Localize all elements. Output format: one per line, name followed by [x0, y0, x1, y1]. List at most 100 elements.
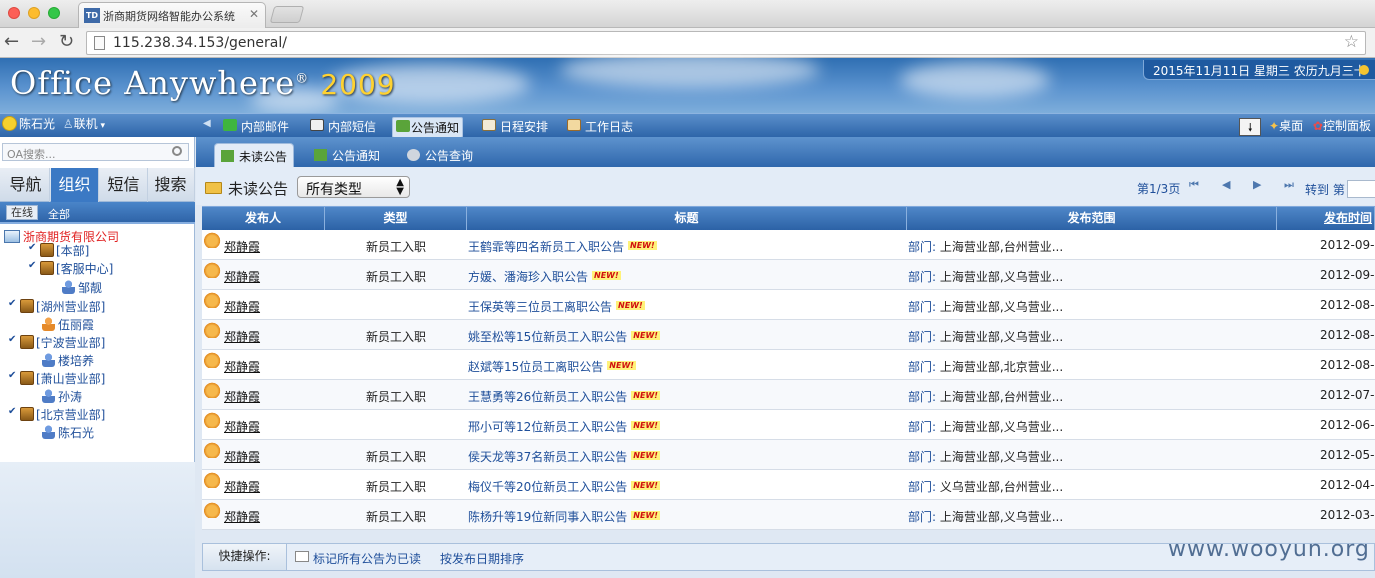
tree-node-dept[interactable]: ✔ [湖州营业部] [8, 298, 105, 315]
tab-unread[interactable]: 未读公告 [214, 143, 295, 167]
scope-cell: 部门: 上海营业部,台州营业... [908, 390, 1064, 404]
title-link[interactable]: 王鹤霏等四名新员工入职公告 NEW! [468, 238, 657, 255]
scope-label: 部门: [908, 300, 937, 314]
user-status[interactable]: 陈石光 ♙联机 ▾ [2, 115, 105, 132]
announcement-icon [314, 149, 327, 161]
title-link[interactable]: 王保英等三位员工离职公告 NEW! [468, 298, 645, 315]
download-icon[interactable]: 🠗 [1239, 117, 1262, 136]
title-link[interactable]: 姚至松等15位新员工入职公告 NEW! [468, 328, 660, 345]
scope-label: 部门: [908, 450, 937, 464]
zoom-window-button[interactable] [48, 7, 60, 19]
publisher-link[interactable]: 郑静霞 [224, 478, 260, 495]
online-status[interactable]: 联机 [74, 117, 98, 131]
tree-node-person[interactable]: 伍丽霞 [42, 316, 94, 333]
expand-icon: ✔ [8, 298, 17, 309]
col-date[interactable]: 发布时间 [1277, 207, 1375, 231]
select-arrows-icon: ▲ ▼ [396, 177, 404, 197]
address-bar[interactable]: 115.238.34.153/general/ ☆ [86, 31, 1366, 55]
new-badge: NEW! [607, 361, 636, 370]
tree-node-dept[interactable]: ✔ [北京营业部] [8, 406, 105, 423]
forward-icon[interactable]: → [31, 31, 46, 52]
prev-page-icon[interactable]: ◀ [1222, 178, 1230, 191]
publisher-link[interactable]: 郑静霞 [224, 418, 260, 435]
table-row: 郑静霞 新员工入职 姚至松等15位新员工入职公告 NEW! 部门: 上海营业部,义乌营业… [202, 320, 1375, 350]
next-page-icon[interactable]: ▶ [1253, 178, 1261, 191]
back-icon[interactable]: ← [4, 31, 19, 52]
title-link[interactable]: 侯天龙等37名新员工入职公告 NEW! [468, 448, 660, 465]
new-tab-button[interactable] [269, 6, 305, 23]
scope-label: 部门: [908, 510, 937, 524]
publisher-link[interactable]: 郑静霞 [224, 268, 260, 285]
date-cell: 2012-05-2 [1320, 448, 1375, 462]
minimize-window-button[interactable] [28, 7, 40, 19]
publisher-link[interactable]: 郑静霞 [224, 448, 260, 465]
publisher-link[interactable]: 郑静霞 [224, 358, 260, 375]
type-select[interactable]: 所有类型 ▲ ▼ [297, 176, 410, 198]
browser-tab[interactable]: TD 浙商期货网络智能办公系统 ✕ [78, 2, 266, 28]
tab-organization[interactable]: 组织 [51, 168, 99, 202]
title-link[interactable]: 梅仪千等20位新员工入职公告 NEW! [468, 478, 660, 495]
tree-node-dept[interactable]: ✔ [萧山营业部] [8, 370, 105, 387]
tree-node-dept[interactable]: ✔ [本部] [28, 242, 89, 259]
type-cell: 新员工入职 [366, 390, 427, 404]
tree-node-dept[interactable]: ✔ [客服中心] [28, 260, 113, 277]
tab-navigation[interactable]: 导航 [2, 168, 50, 202]
desktop-link[interactable]: ✦桌面 [1269, 119, 1303, 133]
mark-all-read-link[interactable]: 标记所有公告为已读 [295, 550, 421, 567]
title-link[interactable]: 赵斌等15位员工离职公告 NEW! [468, 358, 636, 375]
status-chevron-icon[interactable]: ▾ [98, 121, 105, 131]
new-badge: NEW! [616, 301, 645, 310]
tree-node-person[interactable]: 陈石光 [42, 424, 94, 441]
publisher-link[interactable]: 郑静霞 [224, 508, 260, 525]
tree-node-person[interactable]: 邹靓 [62, 279, 102, 296]
tree-node-dept[interactable]: ✔ [宁波营业部] [8, 334, 105, 351]
bookmark-star-icon[interactable]: ☆ [1344, 32, 1359, 52]
sort-by-date-link[interactable]: 按发布日期排序 [440, 550, 524, 567]
tab-close-icon[interactable]: ✕ [249, 7, 259, 21]
new-badge: NEW! [631, 511, 660, 520]
person-icon [42, 317, 55, 331]
close-window-button[interactable] [8, 7, 20, 19]
last-page-icon[interactable]: ⏭ [1284, 178, 1294, 192]
nav-item-announcement[interactable]: 公告通知 [392, 117, 464, 138]
date-cell: 2012-07-2 [1320, 388, 1375, 402]
title-link[interactable]: 陈杨升等19位新同事入职公告 NEW! [468, 508, 660, 525]
goto-page-input[interactable] [1347, 180, 1375, 198]
search-input[interactable]: OA搜索... [2, 143, 189, 161]
table-row: 郑静霞 王保英等三位员工离职公告 NEW! 部门: 上海营业部,义乌营业... 2012… [202, 290, 1375, 320]
user-name: 陈石光 [19, 117, 56, 131]
title-link[interactable]: 邢小可等12位新员工入职公告 NEW! [468, 418, 660, 435]
new-badge: NEW! [631, 451, 660, 460]
nav-item-diary[interactable]: 工作日志 [567, 117, 636, 136]
filter-all[interactable]: 全部 [48, 206, 70, 222]
date-cell: 2012-06-2 [1320, 418, 1375, 432]
page-title: 未读公告 [228, 180, 289, 198]
tab-search[interactable]: 搜索 [147, 168, 195, 202]
title-link[interactable]: 王慧勇等26位新员工入职公告 NEW! [468, 388, 660, 405]
tree-node-person[interactable]: 孙涛 [42, 388, 82, 405]
reload-icon[interactable]: ↻ [59, 31, 74, 52]
tab-sms[interactable]: 短信 [100, 168, 148, 202]
nav-item-sms[interactable]: 内部短信 [310, 117, 379, 136]
publisher-link[interactable]: 郑静霞 [224, 238, 260, 255]
search-icon[interactable] [172, 146, 182, 156]
nav-item-calendar[interactable]: 日程安排 [482, 117, 551, 136]
publisher-link[interactable]: 郑静霞 [224, 388, 260, 405]
filter-online[interactable]: 在线 [6, 205, 38, 220]
page-info: 第1/3页 [1137, 182, 1181, 196]
tab-query[interactable]: 公告查询 [401, 143, 479, 167]
col-scope: 发布范围 [907, 207, 1277, 231]
tab-announcements[interactable]: 公告通知 [308, 143, 386, 167]
publisher-avatar-icon [204, 442, 222, 458]
publisher-link[interactable]: 郑静霞 [224, 328, 260, 345]
title-link[interactable]: 方媛、潘海珍入职公告 NEW! [468, 268, 621, 285]
nav-scroll-left-icon[interactable]: ◀ [203, 118, 211, 129]
main-nav: ◀ 内部邮件 内部短信 公告通知 日程安排 工作日志 🠗 ✦桌面 ✿控制面板 [0, 113, 1375, 138]
tree-node-person[interactable]: 楼培养 [42, 352, 94, 369]
first-page-icon[interactable]: ⏮ [1189, 178, 1199, 192]
envelope-icon [295, 551, 309, 562]
control-panel-link[interactable]: ✿控制面板 [1313, 119, 1371, 133]
publisher-link[interactable]: 郑静霞 [224, 298, 260, 315]
publisher-avatar-icon [204, 262, 222, 278]
nav-item-mail[interactable]: 内部邮件 [223, 117, 292, 136]
